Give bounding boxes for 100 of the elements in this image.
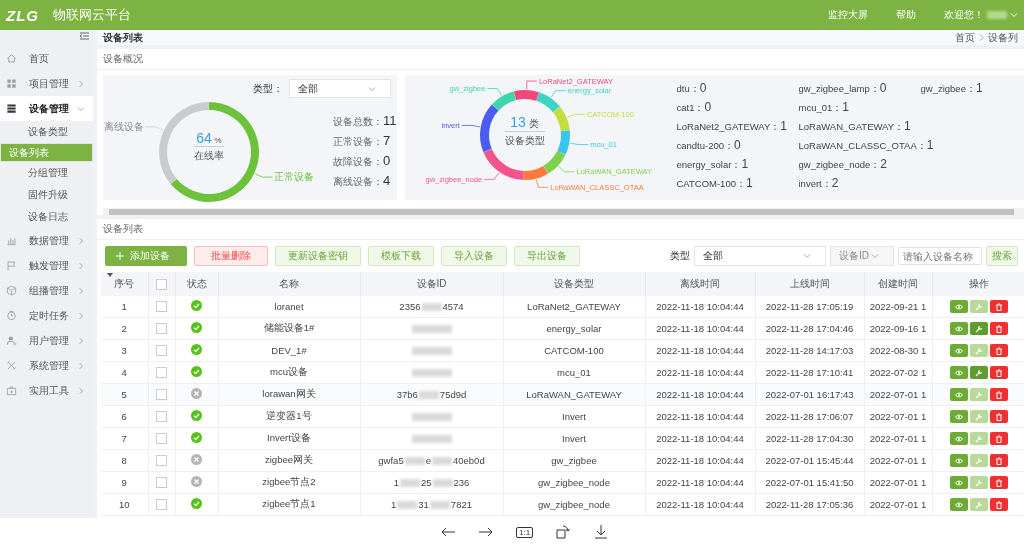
table-cell: Invert设备 [218, 427, 360, 450]
edit-button[interactable] [970, 410, 988, 423]
column-header[interactable]: 设备ID [360, 272, 503, 296]
search-field[interactable]: 请输入设备名称 [898, 247, 982, 265]
delete-button[interactable] [990, 388, 1008, 401]
view-button[interactable] [950, 498, 968, 511]
edit-button[interactable] [970, 498, 988, 511]
count-value: 1 [780, 118, 787, 133]
delete-button[interactable] [990, 344, 1008, 357]
sidebar-item[interactable]: 定时任务 [0, 303, 93, 328]
row-checkbox[interactable] [156, 389, 167, 401]
trash-icon [995, 456, 1003, 465]
column-header[interactable]: 上线时间 [755, 272, 864, 296]
row-checkbox[interactable] [156, 411, 167, 423]
column-header[interactable]: 操作 [932, 272, 1024, 296]
sidebar-item[interactable]: 用户管理 [0, 328, 93, 353]
count-label: dtu： [676, 82, 700, 96]
download-icon[interactable] [593, 524, 610, 540]
table-cell: 2022-11-18 10:04:44 [645, 296, 755, 318]
row-checkbox[interactable] [156, 345, 167, 357]
toolbox-icon [6, 385, 17, 396]
type-count: 13 [510, 113, 526, 130]
delete-button[interactable] [990, 410, 1008, 423]
view-button[interactable] [950, 432, 968, 445]
collapse-icon[interactable] [80, 32, 89, 40]
trash-icon [995, 434, 1003, 443]
edit-button[interactable] [970, 454, 988, 467]
count-label: cat1： [676, 101, 705, 115]
eye-icon [955, 346, 963, 355]
eye-icon [955, 412, 963, 421]
column-header[interactable]: 离线时间 [645, 272, 755, 296]
chevron-down-icon[interactable] [1010, 11, 1018, 19]
table-cell: 2022-11-28 17:04:46 [755, 317, 864, 340]
delete-button[interactable] [990, 432, 1008, 445]
edit-button[interactable] [970, 476, 988, 489]
count-value: 0 [734, 137, 741, 152]
delete-button[interactable] [990, 476, 1008, 489]
type-select[interactable]: 全部 [694, 246, 826, 266]
sidebar-subitem[interactable]: 设备日志 [0, 206, 93, 228]
breadcrumb-link[interactable]: 首页 [955, 30, 975, 45]
delete-button[interactable] [990, 498, 1008, 511]
eye-icon [955, 324, 963, 333]
view-button[interactable] [950, 344, 968, 357]
leader-line [486, 87, 502, 96]
edit-button[interactable] [970, 366, 988, 379]
field-select[interactable]: 设备ID [830, 246, 894, 266]
breadcrumb-link[interactable]: 设备列 [988, 30, 1018, 45]
count-label: gw_zigbee_node： [798, 158, 881, 172]
edit-button[interactable] [970, 300, 988, 313]
view-button[interactable] [950, 322, 968, 335]
view-button[interactable] [950, 454, 968, 467]
row-checkbox[interactable] [156, 367, 167, 379]
table-cell: 2022-11-28 17:04:30 [755, 427, 864, 450]
sidebar-item[interactable]: 组播管理 [0, 278, 93, 303]
redacted-text [397, 500, 418, 509]
view-button[interactable] [950, 476, 968, 489]
column-header[interactable]: 设备类型 [503, 272, 645, 296]
redacted-text [431, 456, 452, 465]
sidebar-item[interactable]: 项目管理 [0, 71, 93, 96]
edit-button[interactable] [970, 322, 988, 335]
view-button[interactable] [950, 410, 968, 423]
sidebar-item[interactable]: 实用工具 [0, 378, 93, 403]
sidebar-item[interactable]: 首页 [0, 46, 93, 71]
row-checkbox[interactable] [156, 301, 167, 313]
sidebar-item[interactable]: 设备管理 [0, 96, 93, 121]
sidebar-item[interactable]: 系统管理 [0, 353, 93, 378]
column-header[interactable]: 创建时间 [864, 272, 932, 296]
row-checkbox[interactable] [156, 433, 167, 445]
table-cell: 2022-08-30 1 [864, 339, 932, 362]
type-caption: 设备类型 [504, 130, 545, 148]
row-checkbox[interactable] [156, 455, 167, 467]
view-button[interactable] [950, 388, 968, 401]
row-checkbox[interactable] [156, 323, 167, 335]
sidebar-item[interactable]: 数据管理 [0, 228, 93, 253]
delete-button[interactable] [990, 454, 1008, 467]
sidebar-subitem[interactable]: 设备类型 [0, 121, 93, 143]
sidebar-subitem[interactable]: 分组管理 [0, 162, 93, 184]
table-cell: LoRaWAN_GATEWAY [503, 383, 645, 406]
trash-icon [995, 368, 1003, 377]
delete-button[interactable] [990, 322, 1008, 335]
row-checkbox[interactable] [156, 499, 167, 511]
edit-button[interactable] [970, 388, 988, 401]
column-header[interactable]: 状态 [175, 272, 218, 296]
view-button[interactable] [950, 366, 968, 379]
type-count-unit: 类 [528, 117, 539, 129]
delete-button[interactable] [990, 366, 1008, 379]
select-all-checkbox[interactable] [156, 278, 167, 290]
rotate-icon[interactable] [555, 524, 572, 540]
sidebar-subitem[interactable]: 固件升级 [0, 184, 93, 206]
column-header[interactable]: 序号 [101, 272, 148, 296]
column-header[interactable]: 名称 [218, 272, 360, 296]
edit-button[interactable] [970, 344, 988, 357]
type-select[interactable]: 全部 [288, 79, 391, 98]
row-checkbox[interactable] [156, 477, 167, 489]
delete-button[interactable] [990, 300, 1008, 313]
sidebar-item[interactable]: 触发管理 [0, 253, 93, 278]
actual-size-button[interactable]: 1:1 [516, 526, 534, 538]
trash-icon [995, 302, 1003, 311]
view-button[interactable] [950, 300, 968, 313]
edit-button[interactable] [970, 432, 988, 445]
